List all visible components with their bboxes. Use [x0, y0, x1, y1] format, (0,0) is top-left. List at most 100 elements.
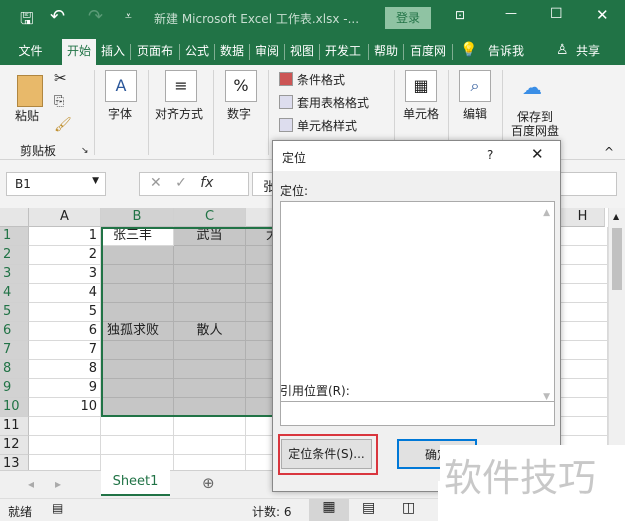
cell-a[interactable]: 10	[29, 398, 101, 417]
maximize-icon[interactable]: ☐	[550, 6, 563, 22]
cell-b[interactable]	[101, 436, 174, 455]
cells-button[interactable]: 单元格	[403, 105, 439, 122]
cell-c[interactable]	[174, 398, 246, 417]
collapse-ribbon-icon[interactable]: ^	[604, 145, 614, 159]
tab-page-layout[interactable]: 页面布局	[133, 39, 177, 65]
prev-sheet-icon[interactable]: ◂	[28, 477, 34, 491]
cell-h[interactable]	[561, 246, 608, 265]
conditional-format-button[interactable]: 条件格式	[297, 71, 345, 88]
cut-icon[interactable]: ✂	[54, 69, 67, 87]
cell-a[interactable]: 4	[29, 284, 101, 303]
scroll-thumb[interactable]	[612, 228, 622, 290]
tab-review[interactable]: 审阅	[251, 39, 283, 65]
column-header-a[interactable]: A	[29, 208, 101, 227]
help-button[interactable]: ?	[487, 148, 493, 162]
cell-h[interactable]	[561, 379, 608, 398]
cell-h[interactable]	[561, 303, 608, 322]
vertical-scrollbar[interactable]: ▲	[608, 208, 625, 470]
cell-a[interactable]: 1	[29, 227, 101, 246]
next-sheet-icon[interactable]: ▸	[55, 477, 61, 491]
paste-button[interactable]: 粘贴	[15, 107, 39, 124]
dialog-launcher-icon[interactable]: ↘	[81, 146, 89, 156]
tab-help[interactable]: 帮助	[371, 39, 401, 65]
list-scroll-up-icon[interactable]: ▲	[543, 208, 550, 218]
cell-b[interactable]	[101, 303, 174, 322]
column-header-c[interactable]: C	[174, 208, 246, 227]
ribbon-display-icon[interactable]: ⊡	[455, 8, 465, 22]
alignment-button[interactable]: 对齐方式	[155, 105, 203, 122]
fx-icon[interactable]: fx	[200, 175, 213, 191]
cell-b[interactable]	[101, 417, 174, 436]
paste-icon[interactable]	[17, 75, 43, 107]
font-icon[interactable]: A	[105, 70, 137, 102]
cell-a[interactable]: 5	[29, 303, 101, 322]
reference-input[interactable]	[280, 401, 555, 426]
share-button[interactable]: 共享	[572, 39, 604, 65]
redo-icon[interactable]: ↷	[88, 6, 103, 27]
tab-data[interactable]: 数据	[216, 39, 248, 65]
cell-a[interactable]: 6	[29, 322, 101, 341]
save-icon[interactable]: 🖫	[20, 8, 34, 35]
cell-c[interactable]	[174, 360, 246, 379]
tab-file[interactable]: 文件	[8, 39, 53, 65]
cancel-icon[interactable]: ✕	[150, 175, 162, 191]
cell-c[interactable]	[174, 379, 246, 398]
row-header[interactable]: 9	[0, 379, 29, 398]
cell-h[interactable]	[561, 284, 608, 303]
cell-b[interactable]: 张三丰	[101, 227, 174, 246]
name-box[interactable]: B1 ▼	[6, 172, 106, 196]
enter-icon[interactable]: ✓	[175, 175, 187, 191]
cell-b[interactable]	[101, 379, 174, 398]
cell-b[interactable]	[101, 398, 174, 417]
cell-h[interactable]	[561, 360, 608, 379]
row-header[interactable]: 3	[0, 265, 29, 284]
cell-h[interactable]	[561, 417, 608, 436]
cell-h[interactable]	[561, 322, 608, 341]
tab-developer[interactable]: 开发工具	[321, 39, 365, 65]
copy-icon[interactable]: ⎘	[54, 94, 64, 109]
tab-baidu[interactable]: 百度网盘	[406, 39, 450, 65]
close-icon[interactable]: ✕	[596, 6, 609, 24]
cell-a[interactable]	[29, 417, 101, 436]
goto-list[interactable]: ▲ ▼	[280, 201, 555, 409]
cell-c[interactable]	[174, 417, 246, 436]
tab-home[interactable]: 开始	[62, 39, 96, 65]
column-header-b[interactable]: B	[101, 208, 174, 227]
tab-view[interactable]: 视图	[286, 39, 318, 65]
cell-a[interactable]: 7	[29, 341, 101, 360]
search-icon[interactable]: ⌕	[459, 70, 491, 102]
cell-b[interactable]: 独孤求败	[101, 322, 174, 341]
cell-c[interactable]	[174, 436, 246, 455]
cell-c[interactable]	[174, 246, 246, 265]
row-header[interactable]: 7	[0, 341, 29, 360]
dialog-close-icon[interactable]: ✕	[531, 145, 544, 163]
cell-a[interactable]	[29, 436, 101, 455]
macro-record-icon[interactable]: ▤	[52, 501, 63, 515]
number-button[interactable]: 数字	[227, 105, 251, 122]
add-sheet-icon[interactable]: ⊕	[202, 474, 215, 492]
cell-a[interactable]: 8	[29, 360, 101, 379]
normal-view-icon[interactable]: ▦	[309, 499, 349, 521]
font-button[interactable]: 字体	[108, 105, 132, 122]
cell-c[interactable]	[174, 303, 246, 322]
cell-h[interactable]	[561, 398, 608, 417]
page-break-view-icon[interactable]: ◫	[402, 500, 415, 516]
scroll-up-icon[interactable]: ▲	[613, 212, 619, 221]
cell-b[interactable]	[101, 341, 174, 360]
cell-h[interactable]	[561, 265, 608, 284]
row-header[interactable]: 8	[0, 360, 29, 379]
minimize-icon[interactable]: —	[505, 6, 517, 20]
row-header[interactable]: 12	[0, 436, 29, 455]
select-all-button[interactable]	[0, 208, 29, 227]
row-header[interactable]: 10	[0, 398, 29, 417]
cell-c[interactable]: 散人	[174, 322, 246, 341]
cell-a[interactable]: 9	[29, 379, 101, 398]
row-header[interactable]: 11	[0, 417, 29, 436]
cells-icon[interactable]: ▦	[405, 70, 437, 102]
row-header[interactable]: 4	[0, 284, 29, 303]
customize-icon[interactable]: ⩡	[125, 9, 132, 24]
row-header[interactable]: 1	[0, 227, 29, 246]
tab-insert[interactable]: 插入	[98, 39, 128, 65]
row-header[interactable]: 5	[0, 303, 29, 322]
cell-h[interactable]	[561, 227, 608, 246]
